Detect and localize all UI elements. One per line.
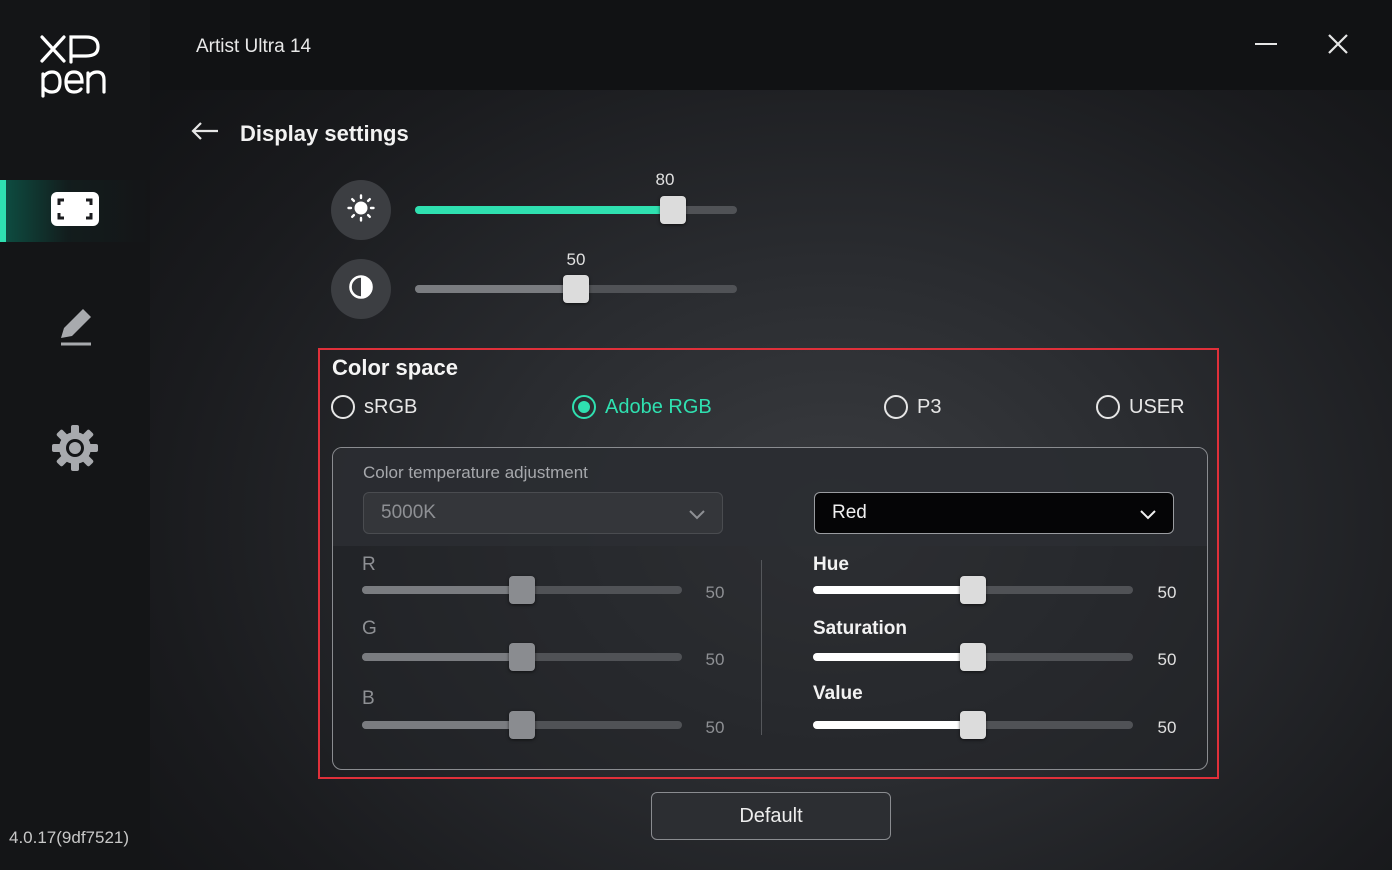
slider-hue-value: 50 [1157,583,1177,602]
radio-user[interactable]: USER [1096,395,1185,419]
slider-value-value: 50 [1157,718,1177,737]
slider-label-b: B [362,688,375,709]
close-button[interactable] [1318,26,1358,66]
chevron-down-icon [1139,505,1157,527]
slider-label-value: Value [813,683,863,704]
radio-adobe-rgb[interactable]: Adobe RGB [572,395,712,419]
color-channel-value: Red [832,502,867,523]
radio-circle [1096,395,1120,419]
pen-icon [53,304,97,353]
contrast-slider[interactable] [415,275,737,303]
slider-value[interactable] [813,711,1133,739]
chevron-down-icon [688,505,706,527]
color-temperature-value: 5000K [381,502,436,523]
default-button[interactable]: Default [651,792,891,840]
slider-r[interactable] [362,576,682,604]
radio-label: P3 [917,395,942,418]
color-temperature-dropdown[interactable]: 5000K [363,492,723,534]
color-temperature-label: Color temperature adjustment [363,463,588,482]
slider-saturation-thumb[interactable] [960,643,986,671]
brightness-icon [347,193,375,227]
slider-b-thumb[interactable] [509,711,535,739]
gear-icon [50,423,100,478]
radio-p3[interactable]: P3 [884,395,941,419]
slider-r-thumb[interactable] [509,576,535,604]
brightness-icon-wrap [331,180,391,240]
back-button[interactable] [188,118,222,148]
slider-b[interactable] [362,711,682,739]
slider-label-hue: Hue [813,554,849,575]
radio-label: sRGB [364,395,418,418]
slider-saturation[interactable] [813,643,1133,671]
slider-label-g: G [362,618,377,639]
page-title: Display settings [240,121,409,146]
device-title: Artist Ultra 14 [196,36,312,57]
radio-srgb[interactable]: sRGB [331,395,417,419]
slider-hue[interactable] [813,576,1133,604]
slider-label-saturation: Saturation [813,618,907,639]
brightness-value: 80 [655,170,675,189]
radio-circle [884,395,908,419]
slider-g-thumb[interactable] [509,643,535,671]
slider-r-value: 50 [705,583,725,602]
sidebar-item-display[interactable] [0,180,150,242]
radio-circle [331,395,355,419]
version-label: 4.0.17(9df7521) [9,828,130,847]
radio-label: USER [1129,395,1185,418]
color-space-title: Color space [332,355,458,380]
xp-pen-logo [40,34,112,100]
slider-label-r: R [362,554,376,575]
sidebar-item-settings[interactable] [0,419,150,481]
minimize-icon [1253,31,1279,62]
fullscreen-frame-icon [50,191,100,232]
slider-g-value: 50 [705,650,725,669]
color-adjustment-panel: Color temperature adjustment 5000K Red R… [332,447,1208,770]
title-bar: Artist Ultra 14 [150,0,1392,90]
column-divider [761,560,762,735]
radio-circle [572,395,596,419]
brightness-slider[interactable] [415,196,737,224]
sidebar: 4.0.17(9df7521) [0,0,150,870]
slider-saturation-value: 50 [1157,650,1177,669]
slider-b-value: 50 [705,718,725,737]
slider-g[interactable] [362,643,682,671]
contrast-icon-wrap [331,259,391,319]
color-channel-dropdown[interactable]: Red [814,492,1174,534]
main-area: Artist Ultra 14 Display settings 80 50 C… [150,0,1392,870]
sidebar-item-pen[interactable] [0,297,150,359]
arrow-left-icon [190,121,220,146]
radio-label: Adobe RGB [605,395,712,418]
brightness-slider-thumb[interactable] [659,196,686,224]
contrast-icon [347,273,375,306]
minimize-button[interactable] [1246,26,1286,66]
contrast-slider-thumb[interactable] [563,275,589,303]
contrast-value: 50 [566,250,586,269]
slider-hue-thumb[interactable] [960,576,986,604]
slider-value-thumb[interactable] [960,711,986,739]
close-icon [1327,33,1349,60]
